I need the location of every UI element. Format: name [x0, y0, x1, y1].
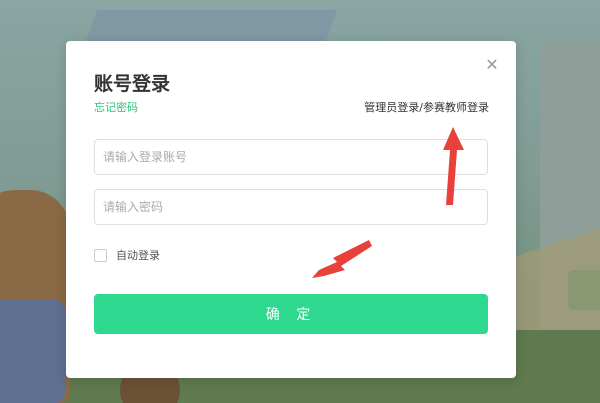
modal-title: 账号登录 [94, 73, 171, 95]
auto-login-option[interactable]: 自动登录 [94, 247, 160, 263]
auto-login-checkbox[interactable] [94, 248, 107, 262]
admin-login-link[interactable]: 管理员登录/参赛教师登录 [351, 99, 489, 115]
forgot-password-link[interactable]: 忘记密码 [94, 99, 138, 115]
confirm-button[interactable]: 确 定 [94, 294, 488, 334]
password-input[interactable] [94, 189, 488, 225]
auto-login-label: 自动登录 [116, 249, 160, 262]
bg-character-shirt [0, 300, 65, 403]
login-modal: 账号登录 ✕ 忘记密码 管理员登录/参赛教师登录 自动登录 确 定 [66, 41, 516, 378]
account-input[interactable] [94, 139, 488, 175]
close-icon[interactable]: ✕ [482, 55, 502, 75]
